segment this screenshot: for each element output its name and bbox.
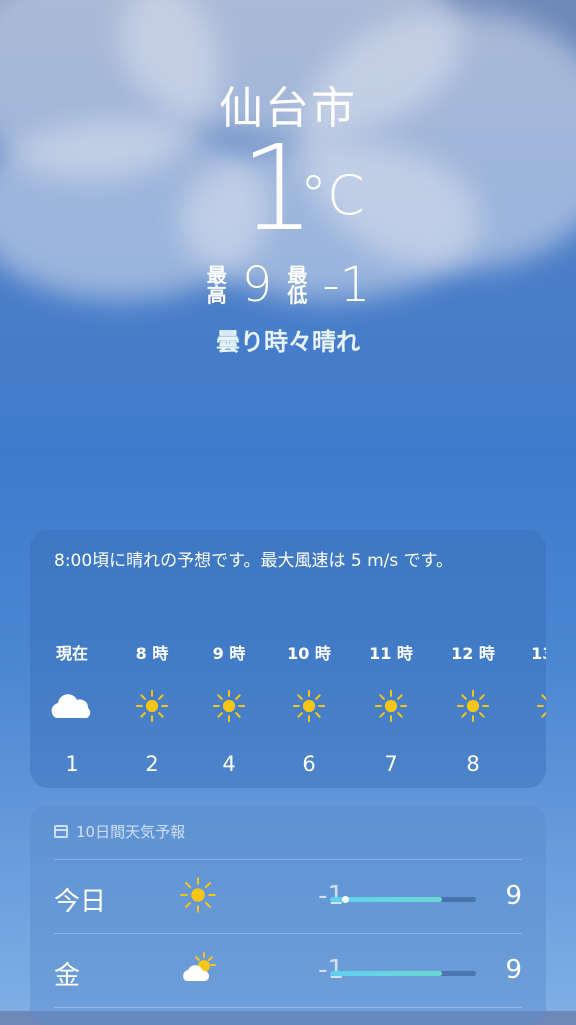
partly-sunny-icon bbox=[178, 949, 218, 989]
day-high: 9 bbox=[505, 881, 522, 911]
divider bbox=[54, 1007, 522, 1008]
hour-time: 13 時 bbox=[531, 644, 546, 663]
hour-time: 現在 bbox=[55, 644, 88, 663]
hourly-forecast-card[interactable]: 8:00頃に晴れの予想です。最大風速は 5 m/s です。 現在 1 8 時 2… bbox=[30, 530, 546, 788]
hour-temp: 7 bbox=[384, 752, 398, 776]
day-low: -1 bbox=[318, 881, 344, 911]
hour-temp: 4 bbox=[222, 752, 236, 776]
day-row[interactable]: 金 -1 9 bbox=[30, 935, 546, 1007]
sun-icon bbox=[279, 688, 339, 728]
ten-day-title-text: 10日間天気予報 bbox=[76, 823, 186, 841]
high-label: 最高 bbox=[206, 263, 227, 307]
hour-time: 10 時 bbox=[287, 644, 331, 663]
temperature-range-bar bbox=[330, 971, 476, 976]
hour-temp: 2 bbox=[145, 752, 159, 776]
calendar-icon bbox=[54, 825, 68, 838]
sun-icon bbox=[178, 875, 218, 915]
ten-day-forecast-card[interactable]: 10日間天気予報 今日 -1 9 金 -1 9 bbox=[30, 805, 546, 1025]
divider bbox=[54, 859, 522, 860]
day-name: 今日 bbox=[54, 887, 107, 917]
day-name: 金 bbox=[54, 961, 81, 991]
forecast-summary: 8:00頃に晴れの予想です。最大風速は 5 m/s です。 bbox=[54, 551, 453, 571]
day-low: -1 bbox=[318, 955, 344, 985]
day-row[interactable]: 今日 -1 9 bbox=[30, 861, 546, 933]
ten-day-title: 10日間天気予報 bbox=[54, 821, 185, 842]
sun-icon bbox=[199, 688, 259, 728]
high-value: 9 bbox=[241, 257, 273, 313]
low-label: 最低 bbox=[287, 263, 308, 307]
sun-icon bbox=[443, 688, 503, 728]
temperature-range-fill bbox=[330, 971, 443, 976]
hour-temp: 6 bbox=[302, 752, 316, 776]
temperature-range-bar bbox=[330, 896, 476, 903]
sun-icon bbox=[122, 688, 182, 728]
hour-time: 11 時 bbox=[369, 644, 413, 663]
day-high: 9 bbox=[505, 955, 522, 985]
temperature-unit: °C bbox=[300, 164, 365, 227]
sun-icon bbox=[523, 688, 546, 728]
sun-icon bbox=[361, 688, 421, 728]
current-temperature: 1 °C bbox=[0, 128, 576, 254]
current-temp-marker bbox=[341, 896, 349, 903]
hour-time: 9 時 bbox=[212, 644, 246, 663]
hour-time: 12 時 bbox=[451, 644, 495, 663]
high-low: 最高 9 最低 -1 bbox=[0, 257, 576, 313]
hour-temp: 1 bbox=[65, 752, 79, 776]
hour-time: 8 時 bbox=[135, 644, 169, 663]
condition-text: 曇り時々晴れ bbox=[216, 328, 360, 356]
cloud-icon bbox=[42, 688, 102, 728]
current-weather-header: 仙台市 1 °C 最高 9 最低 -1 曇り時々晴れ bbox=[0, 72, 576, 357]
divider bbox=[54, 933, 522, 934]
low-value: -1 bbox=[322, 257, 371, 313]
hour-temp: 8 bbox=[466, 752, 480, 776]
